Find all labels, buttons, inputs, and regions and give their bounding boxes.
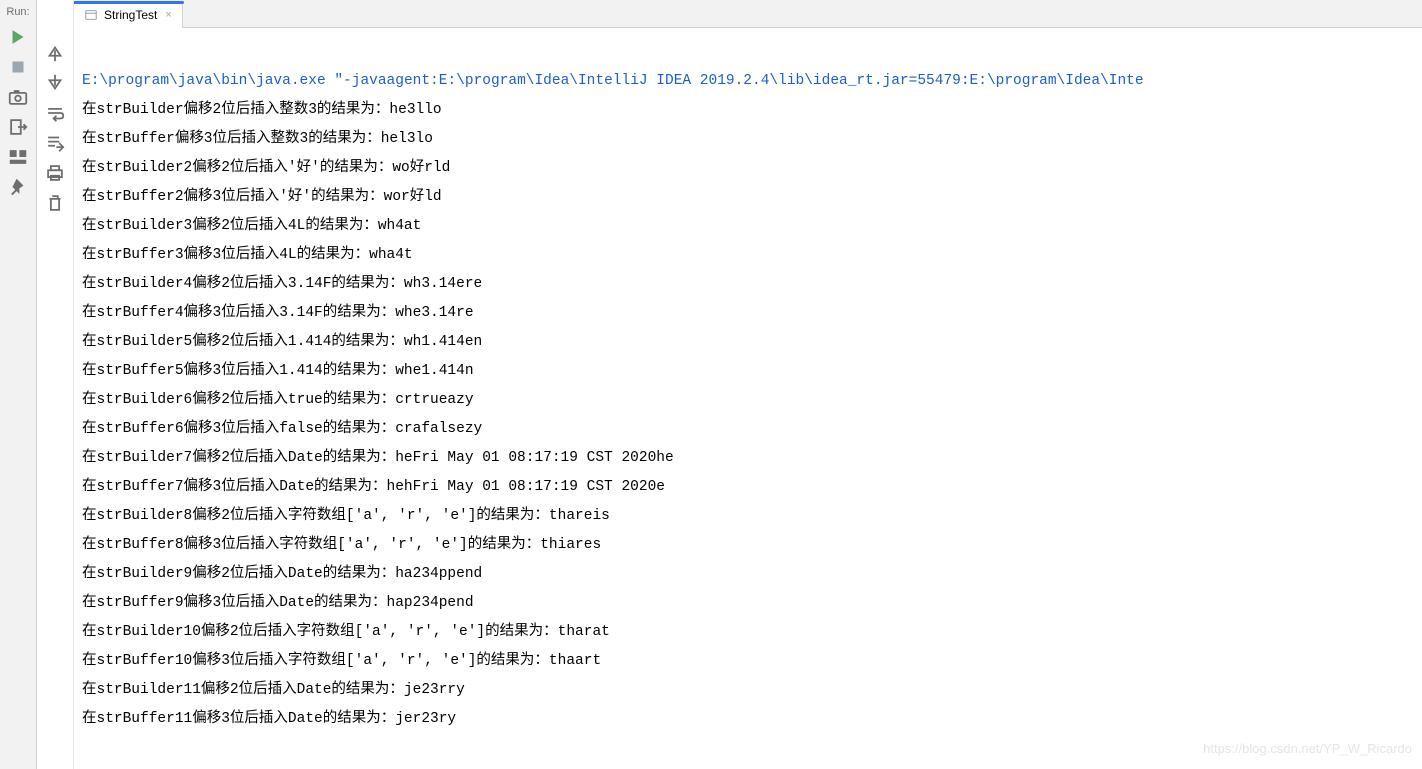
rerun-icon[interactable] xyxy=(7,26,29,48)
tab-label: StringTest xyxy=(104,8,157,22)
console-actions-gutter xyxy=(37,0,74,769)
scroll-to-end-icon[interactable] xyxy=(44,132,66,154)
run-tabbar: StringTest × xyxy=(74,0,1422,28)
scroll-up-icon[interactable] xyxy=(44,42,66,64)
run-label: Run: xyxy=(6,6,29,18)
console-command-line: E:\program\java\bin\java.exe "-javaagent… xyxy=(82,73,1144,89)
application-icon xyxy=(84,8,98,22)
exit-icon[interactable] xyxy=(7,116,29,138)
tab-stringtest[interactable]: StringTest × xyxy=(74,2,183,28)
stop-icon[interactable] xyxy=(7,56,29,78)
watermark: https://blog.csdn.net/YP_W_Ricardo xyxy=(1203,734,1412,763)
console-output[interactable]: E:\program\java\bin\java.exe "-javaagent… xyxy=(74,28,1422,769)
layout-icon[interactable] xyxy=(7,146,29,168)
trash-icon[interactable] xyxy=(44,192,66,214)
pin-icon[interactable] xyxy=(7,176,29,198)
close-icon[interactable]: × xyxy=(165,9,171,21)
camera-icon[interactable] xyxy=(7,86,29,108)
soft-wrap-icon[interactable] xyxy=(44,102,66,124)
print-icon[interactable] xyxy=(44,162,66,184)
console-lines: 在strBuilder偏移2位后插入整数3的结果为：he3llo 在strBuf… xyxy=(82,96,1414,734)
scroll-down-icon[interactable] xyxy=(44,72,66,94)
run-tool-gutter: Run: xyxy=(0,0,37,769)
